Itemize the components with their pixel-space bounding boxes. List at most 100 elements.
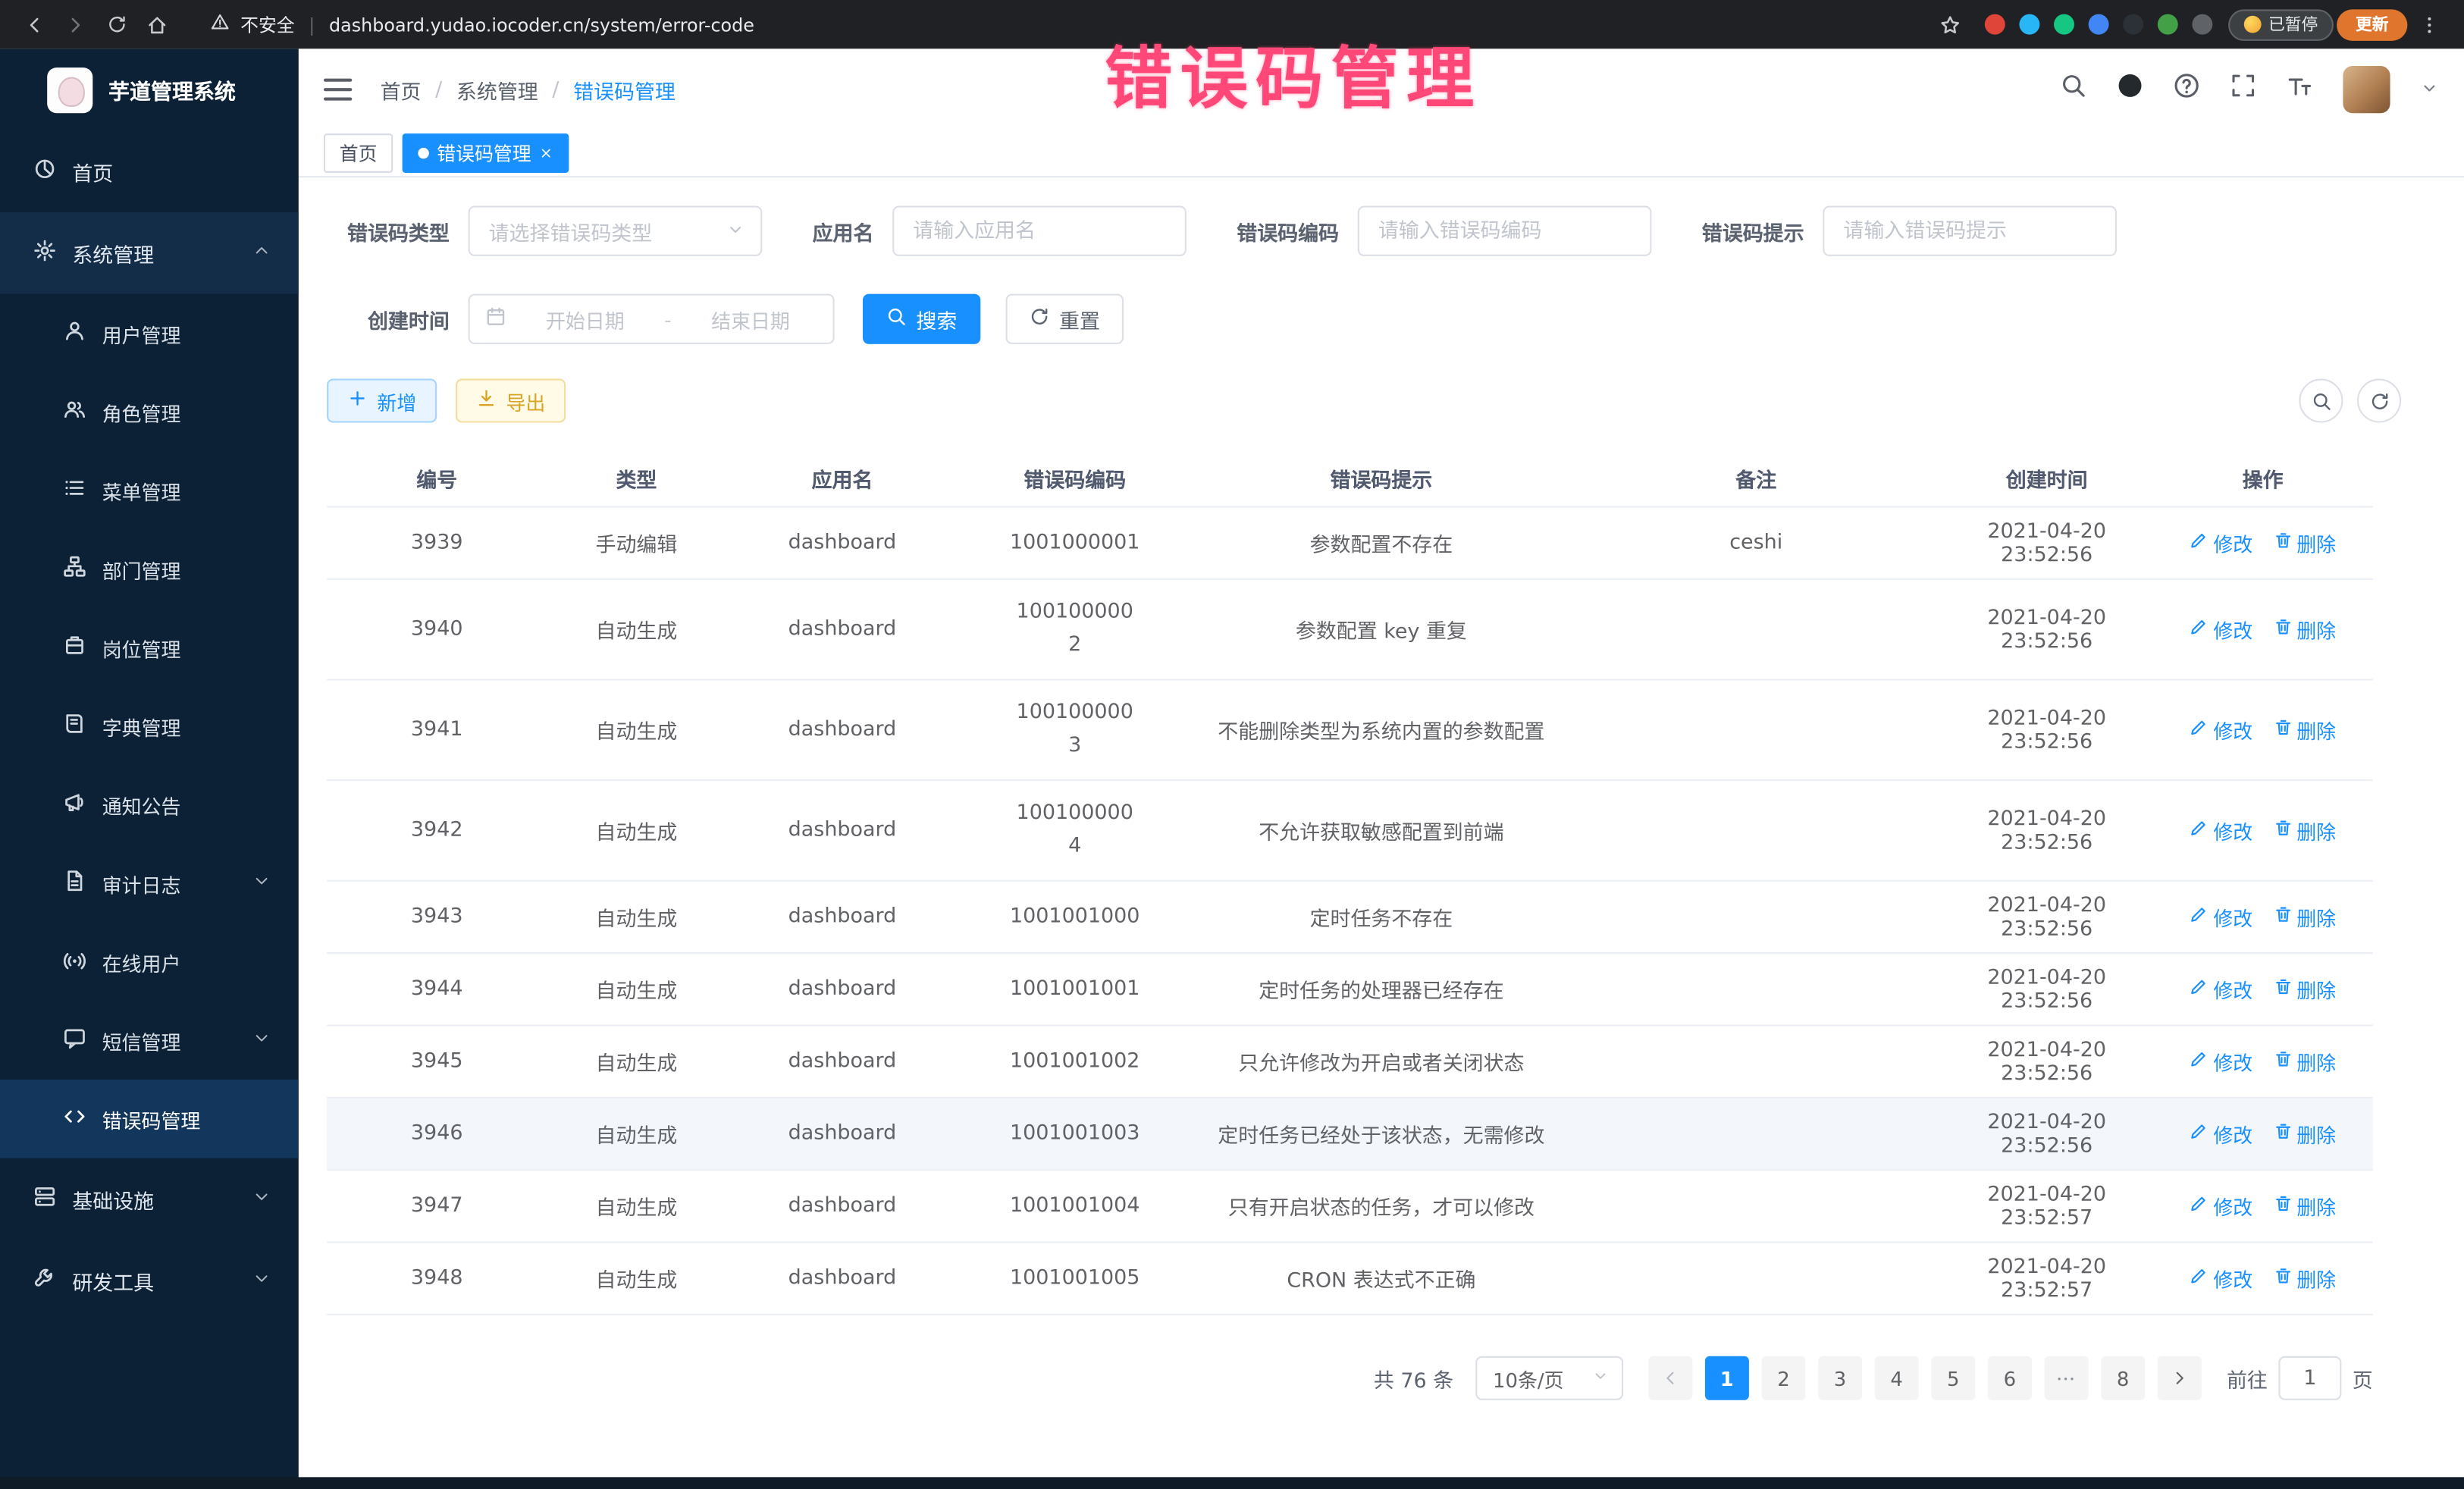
url-text[interactable]: dashboard.yudao.iocoder.cn/system/error-… <box>329 14 754 36</box>
delete-link[interactable]: 删除 <box>2273 974 2336 1004</box>
filter-input[interactable] <box>1823 206 2117 256</box>
add-button[interactable]: 新增 <box>327 379 437 423</box>
delete-link[interactable]: 删除 <box>2273 1046 2336 1076</box>
delete-link[interactable]: 删除 <box>2273 1263 2336 1293</box>
page-button-8[interactable]: 8 <box>2101 1356 2145 1400</box>
refresh-table-button[interactable] <box>2357 379 2401 423</box>
end-date-placeholder[interactable]: 结束日期 <box>684 304 817 334</box>
user-avatar[interactable] <box>2343 66 2390 113</box>
paused-button[interactable]: 已暂停 <box>2227 8 2334 39</box>
help-icon[interactable] <box>2174 72 2200 107</box>
table-row[interactable]: 3944自动生成dashboard1001001001定时任务的处理器已经存在2… <box>327 954 2373 1026</box>
fullscreen-icon[interactable] <box>2230 72 2256 107</box>
sidebar-item-3[interactable]: 角色管理 <box>0 372 299 451</box>
more-pages-button[interactable] <box>2045 1356 2089 1400</box>
page-button-2[interactable]: 2 <box>1761 1356 1805 1400</box>
edit-link[interactable]: 修改 <box>2190 715 2252 744</box>
sidebar-item-14[interactable]: 研发工具 <box>0 1240 299 1321</box>
sidebar-item-1[interactable]: 系统管理 <box>0 212 299 294</box>
sidebar-item-11[interactable]: 短信管理 <box>0 1001 299 1080</box>
search-button[interactable]: 搜索 <box>863 294 980 344</box>
extension-icon[interactable] <box>2191 14 2212 35</box>
delete-link[interactable]: 删除 <box>2273 715 2336 744</box>
table-row[interactable]: 3947自动生成dashboard1001001004只有开启状态的任务，才可以… <box>327 1171 2373 1243</box>
goto-page-input[interactable] <box>2278 1356 2341 1400</box>
next-page-button[interactable] <box>2158 1356 2202 1400</box>
edit-link[interactable]: 修改 <box>2190 902 2252 932</box>
delete-link[interactable]: 删除 <box>2273 1119 2336 1149</box>
edit-link[interactable]: 修改 <box>2190 1119 2252 1149</box>
table-row[interactable]: 3942自动生成dashboard1001000004不允许获取敏感配置到前端2… <box>327 781 2373 882</box>
table-row[interactable]: 3943自动生成dashboard1001001000定时任务不存在2021-0… <box>327 882 2373 954</box>
table-row[interactable]: 3940自动生成dashboard1001000002参数配置 key 重复20… <box>327 580 2373 681</box>
extension-icon[interactable] <box>2157 14 2177 35</box>
update-button[interactable]: 更新 <box>2337 8 2407 39</box>
extension-icon[interactable] <box>2122 14 2143 35</box>
filter-input[interactable] <box>892 206 1187 256</box>
github-icon[interactable] <box>2117 72 2143 107</box>
edit-link[interactable]: 修改 <box>2190 1191 2252 1221</box>
sidebar-item-12[interactable]: 错误码管理 <box>0 1080 299 1158</box>
delete-link[interactable]: 删除 <box>2273 614 2336 644</box>
font-size-icon[interactable] <box>2287 72 2313 107</box>
home-icon[interactable] <box>138 5 176 43</box>
sidebar-item-6[interactable]: 岗位管理 <box>0 608 299 687</box>
sidebar-item-2[interactable]: 用户管理 <box>0 294 299 373</box>
delete-link[interactable]: 删除 <box>2273 528 2336 557</box>
prev-page-button[interactable] <box>1648 1356 1692 1400</box>
edit-link[interactable]: 修改 <box>2190 1263 2252 1293</box>
chevron-down-icon[interactable] <box>2420 78 2439 102</box>
extension-icon[interactable] <box>1984 14 2005 35</box>
reload-icon[interactable] <box>98 5 136 43</box>
delete-link[interactable]: 删除 <box>2273 902 2336 932</box>
breadcrumb-item[interactable]: 系统管理 <box>456 74 538 104</box>
sidebar-item-7[interactable]: 字典管理 <box>0 687 299 766</box>
edit-link[interactable]: 修改 <box>2190 528 2252 557</box>
collapse-sidebar-icon[interactable] <box>324 79 352 101</box>
start-date-placeholder[interactable]: 开始日期 <box>519 304 652 334</box>
page-button-1[interactable]: 1 <box>1705 1356 1749 1400</box>
page-size-select[interactable]: 10条/页 <box>1475 1356 1623 1400</box>
edit-link[interactable]: 修改 <box>2190 614 2252 644</box>
page-button-6[interactable]: 6 <box>1988 1356 2032 1400</box>
search-icon[interactable] <box>2060 72 2086 107</box>
sidebar-item-4[interactable]: 菜单管理 <box>0 451 299 530</box>
extension-icon[interactable] <box>2053 14 2074 35</box>
date-range-picker[interactable]: 开始日期 - 结束日期 <box>469 294 835 344</box>
back-icon[interactable] <box>16 5 54 43</box>
tab-错误码管理[interactable]: 错误码管理 <box>403 133 569 173</box>
sidebar-item-8[interactable]: 通知公告 <box>0 765 299 844</box>
page-button-3[interactable]: 3 <box>1818 1356 1862 1400</box>
breadcrumb-item[interactable]: 首页 <box>381 74 422 104</box>
edit-link[interactable]: 修改 <box>2190 816 2252 845</box>
sidebar-item-5[interactable]: 部门管理 <box>0 529 299 608</box>
sidebar-item-10[interactable]: 在线用户 <box>0 923 299 1002</box>
table-row[interactable]: 3946自动生成dashboard1001001003定时任务已经处于该状态，无… <box>327 1099 2373 1171</box>
sidebar-item-9[interactable]: 审计日志 <box>0 844 299 923</box>
table-row[interactable]: 3941自动生成dashboard1001000003不能删除类型为系统内置的参… <box>327 680 2373 781</box>
extension-icon[interactable] <box>2018 14 2039 35</box>
table-row[interactable]: 3945自动生成dashboard1001001002只允许修改为开启或者关闭状… <box>327 1026 2373 1098</box>
sidebar-item-0[interactable]: 首页 <box>0 130 299 212</box>
edit-link[interactable]: 修改 <box>2190 1046 2252 1076</box>
table-row[interactable]: 3939手动编辑dashboard1001000001参数配置不存在ceshi2… <box>327 507 2373 579</box>
table-row[interactable]: 3948自动生成dashboard1001001005CRON 表达式不正确20… <box>327 1243 2373 1315</box>
edit-link[interactable]: 修改 <box>2190 974 2252 1004</box>
browser-menu-icon[interactable] <box>2411 5 2449 43</box>
page-button-4[interactable]: 4 <box>1875 1356 1919 1400</box>
export-button[interactable]: 导出 <box>456 379 566 423</box>
filter-input[interactable] <box>1358 206 1652 256</box>
toggle-search-button[interactable] <box>2299 379 2343 423</box>
page-button-5[interactable]: 5 <box>1931 1356 1975 1400</box>
app-logo[interactable]: 芋道管理系统 <box>0 49 299 130</box>
extension-icon[interactable] <box>2088 14 2108 35</box>
sidebar-item-13[interactable]: 基础设施 <box>0 1158 299 1240</box>
tab-首页[interactable]: 首页 <box>324 133 393 173</box>
delete-link[interactable]: 删除 <box>2273 1191 2336 1221</box>
filter-select[interactable]: 请选择错误码类型 <box>469 206 763 256</box>
reset-button[interactable]: 重置 <box>1006 294 1124 344</box>
forward-icon[interactable] <box>57 5 95 43</box>
close-icon[interactable] <box>539 146 553 161</box>
address-bar[interactable]: 不安全 | dashboard.yudao.iocoder.cn/system/… <box>192 7 1915 42</box>
delete-link[interactable]: 删除 <box>2273 816 2336 845</box>
